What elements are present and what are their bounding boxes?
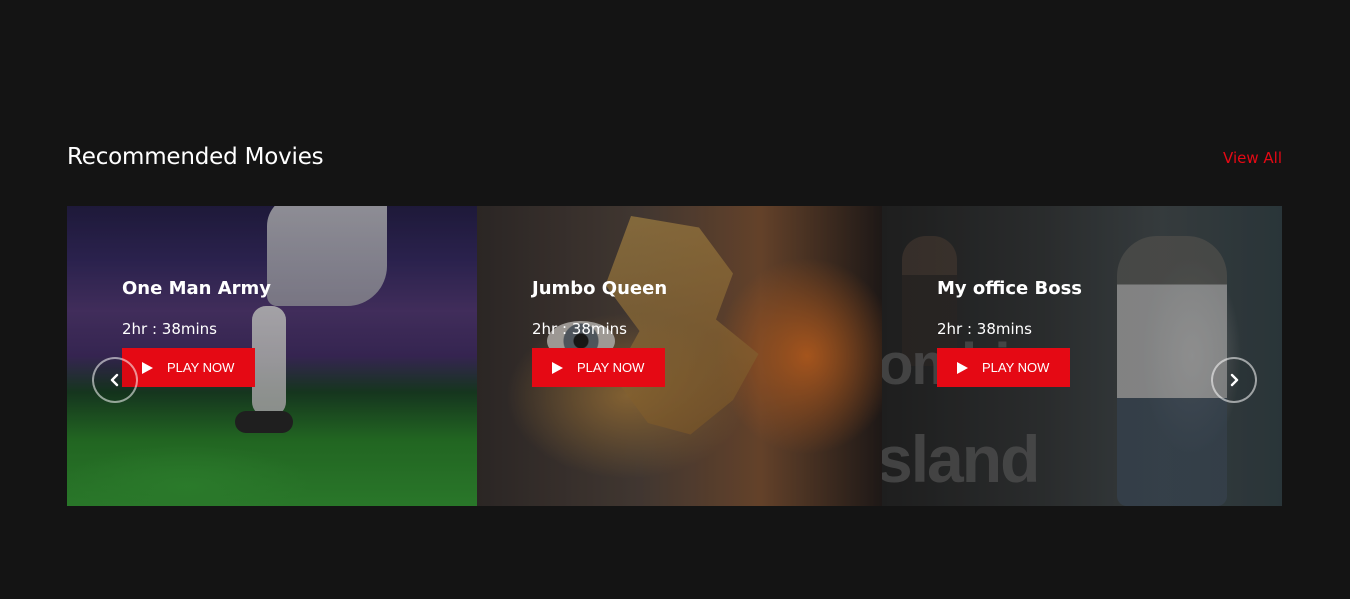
play-now-button[interactable]: PLAY NOW [532, 348, 665, 387]
play-now-button[interactable]: PLAY NOW [937, 348, 1070, 387]
play-now-label: PLAY NOW [577, 360, 645, 375]
carousel-prev-button[interactable] [92, 357, 138, 403]
movie-duration: 2hr : 38mins [532, 320, 627, 338]
play-now-label: PLAY NOW [982, 360, 1050, 375]
chevron-left-icon [110, 373, 119, 387]
play-now-button[interactable]: PLAY NOW [122, 348, 255, 387]
movie-title: One Man Army [122, 278, 272, 299]
movie-duration: 2hr : 38mins [122, 320, 217, 338]
movie-title: Jumbo Queen [532, 278, 668, 299]
carousel-next-button[interactable] [1211, 357, 1257, 403]
play-now-label: PLAY NOW [167, 360, 235, 375]
movie-info: Jumbo Queen 2hr : 38mins PLAY NOW [532, 278, 667, 387]
movie-duration: 2hr : 38mins [937, 320, 1032, 338]
movie-card[interactable]: Jumbo Queen 2hr : 38mins PLAY NOW [477, 206, 882, 506]
play-icon [552, 361, 563, 374]
movie-title: My office Boss [937, 278, 1083, 299]
movie-info: My office Boss 2hr : 38mins PLAY NOW [937, 278, 1082, 387]
chevron-right-icon [1230, 373, 1239, 387]
movie-card[interactable]: One Man Army 2hr : 38mins PLAY NOW [67, 206, 477, 506]
section-header: Recommended Movies View All [67, 141, 1282, 177]
section-title: Recommended Movies [67, 144, 324, 170]
play-icon [957, 361, 968, 374]
movie-card[interactable]: ombie sland My office Boss 2hr : 38mins … [882, 206, 1282, 506]
movie-carousel: One Man Army 2hr : 38mins PLAY NOW Jumbo… [67, 206, 1282, 506]
movie-info: One Man Army 2hr : 38mins PLAY NOW [122, 278, 271, 387]
view-all-link[interactable]: View All [1223, 149, 1282, 167]
play-icon [142, 361, 153, 374]
